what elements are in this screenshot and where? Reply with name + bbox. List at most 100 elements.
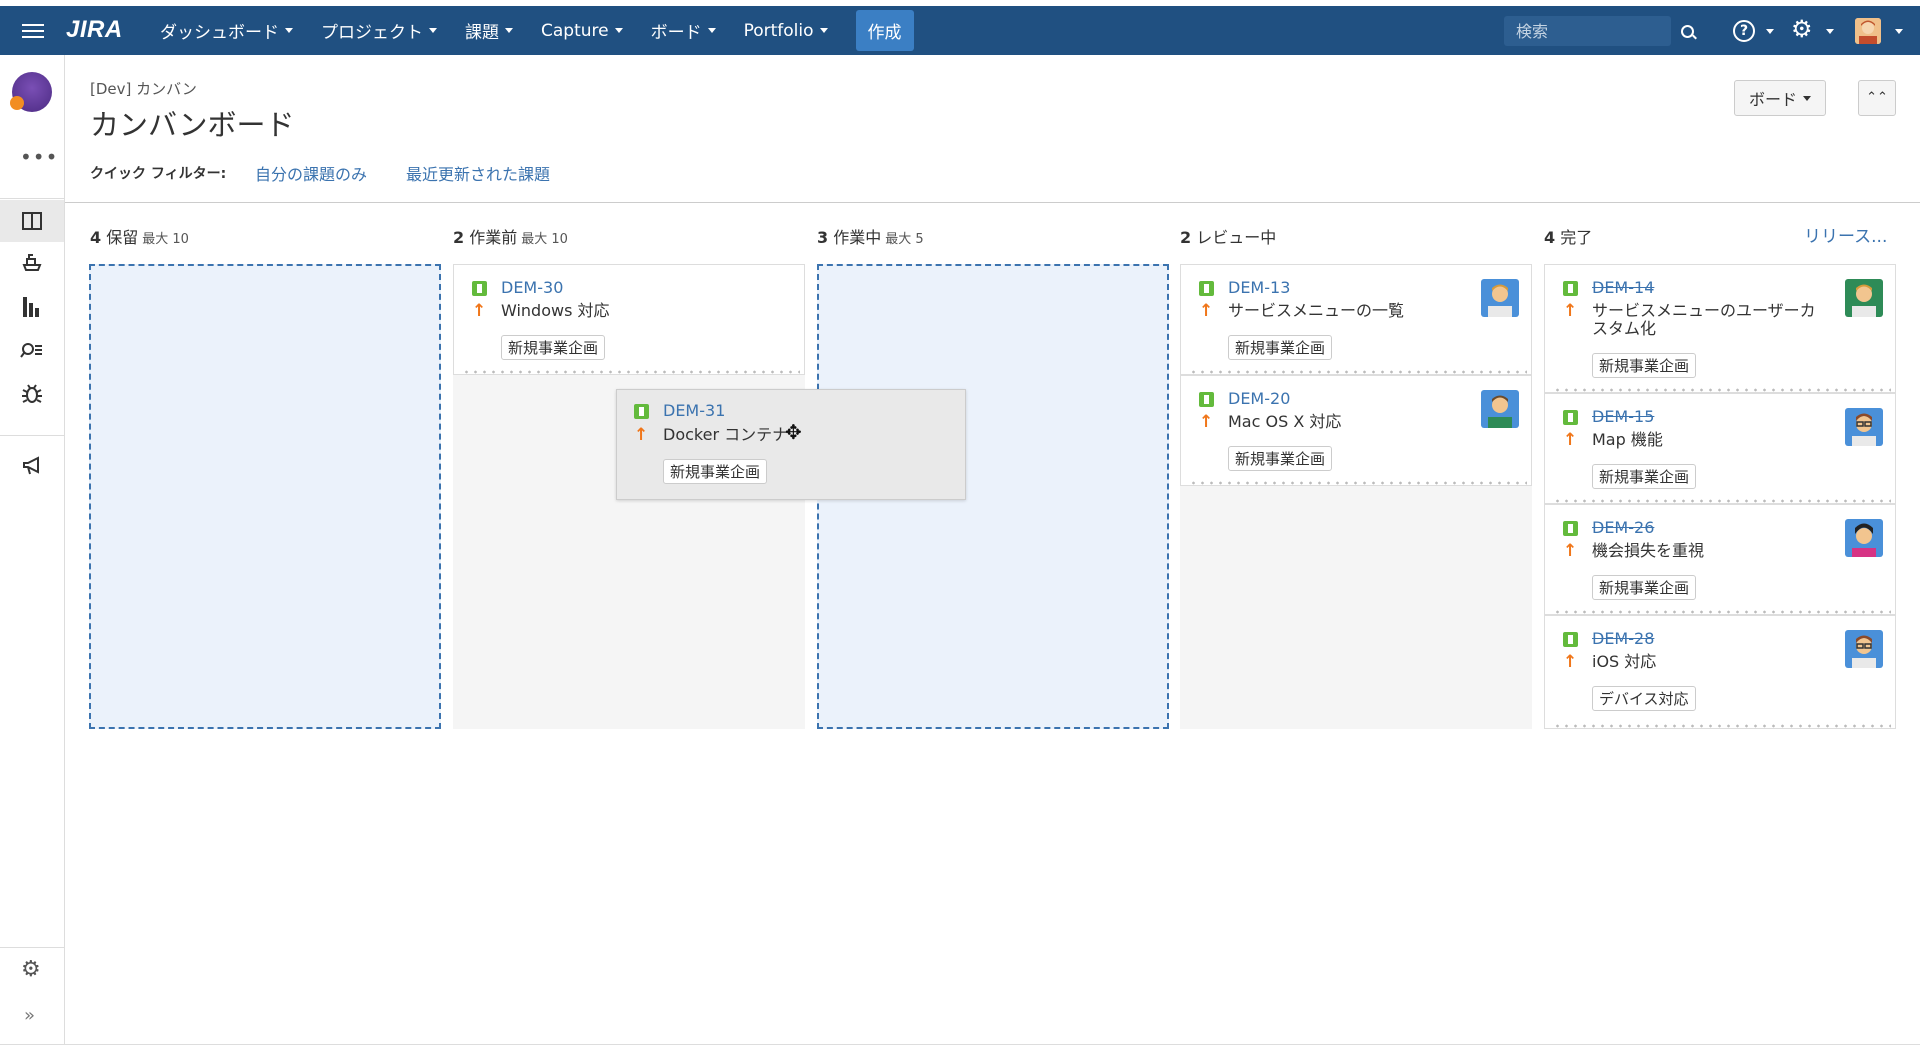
card-grabber <box>462 370 800 374</box>
board-icon <box>22 212 42 230</box>
move-cursor-icon: ✥ <box>785 420 802 444</box>
priority-up-icon: ↑ <box>634 425 649 445</box>
user-avatar[interactable] <box>1855 18 1881 44</box>
chevron-down-icon <box>1803 95 1811 101</box>
priority-up-icon: ↑ <box>1199 301 1214 321</box>
issue-card[interactable]: DEM-28 ↑ iOS 対応 デバイス対応 <box>1544 615 1896 729</box>
search-input[interactable] <box>1504 16 1671 46</box>
sidebar-divider <box>0 198 64 199</box>
nav-issues[interactable]: 課題 <box>465 18 513 43</box>
priority-up-icon: ↑ <box>1563 652 1578 672</box>
bug-icon <box>22 384 42 403</box>
epic-label: 新規事業企画 <box>1592 353 1697 378</box>
issue-summary: Docker コンテナ <box>663 425 789 444</box>
chevron-down-icon <box>614 28 623 33</box>
story-icon <box>1199 281 1214 296</box>
priority-up-icon: ↑ <box>1199 412 1214 432</box>
nav-projects[interactable]: プロジェクト <box>321 18 437 43</box>
issue-summary-line1: サービスメニューのユーザーカ <box>1592 301 1816 320</box>
project-settings-gear-icon[interactable]: ⚙ <box>21 957 41 982</box>
megaphone-icon <box>23 456 39 475</box>
column-header-todo: 2 作業前 最大 10 <box>453 228 568 247</box>
issue-card[interactable]: DEM-15 ↑ Map 機能 新規事業企画 <box>1544 393 1896 504</box>
breadcrumb[interactable]: [Dev] カンバン <box>90 78 197 99</box>
issue-card[interactable]: DEM-13 ↑ サービスメニューの一覧 新規事業企画 <box>1180 264 1532 375</box>
assignee-avatar[interactable] <box>1845 519 1883 557</box>
more-icon[interactable]: ••• <box>20 145 58 169</box>
issue-key[interactable]: DEM-13 <box>1228 278 1290 297</box>
epic-label: 新規事業企画 <box>1592 575 1697 600</box>
issue-card[interactable]: DEM-14 ↑ サービスメニューのユーザーカ スタム化 新規事業企画 <box>1544 264 1896 393</box>
issue-card[interactable]: DEM-26 ↑ 機会損失を重視 新規事業企画 <box>1544 504 1896 615</box>
column-header-done: 4 完了 <box>1544 228 1593 247</box>
collapse-header-button[interactable]: ⌃⌃ <box>1858 80 1896 116</box>
board-menu-button[interactable]: ボード <box>1734 80 1826 116</box>
dragging-issue-card[interactable]: DEM-31 ↑ Docker コンテナ 新規事業企画 <box>616 389 966 500</box>
help-icon[interactable]: ? <box>1733 20 1755 42</box>
issue-summary: Mac OS X 対応 <box>1228 412 1342 431</box>
column-header-in-progress: 3 作業中 最大 5 <box>817 228 924 247</box>
assignee-avatar[interactable] <box>1845 408 1883 446</box>
quick-filter-recently-updated[interactable]: 最近更新された課題 <box>406 161 550 185</box>
create-button[interactable]: 作成 <box>855 10 914 51</box>
card-grabber <box>1553 724 1891 728</box>
project-avatar[interactable] <box>10 72 52 112</box>
issue-key[interactable]: DEM-20 <box>1228 389 1290 408</box>
nav-boards[interactable]: ボード <box>651 18 716 43</box>
issue-key[interactable]: DEM-31 <box>663 401 725 420</box>
story-icon <box>1199 392 1214 407</box>
priority-up-icon: ↑ <box>1563 541 1578 561</box>
issue-summary: Map 機能 <box>1592 430 1663 449</box>
chevron-down-icon <box>1766 29 1774 34</box>
issue-key[interactable]: DEM-28 <box>1592 629 1654 648</box>
release-link[interactable]: リリース... <box>1804 222 1887 247</box>
quick-filter-my-issues[interactable]: 自分の課題のみ <box>255 161 367 185</box>
issue-card[interactable]: DEM-20 ↑ Mac OS X 対応 新規事業企画 <box>1180 375 1532 486</box>
assignee-avatar[interactable] <box>1481 390 1519 428</box>
story-icon <box>1563 632 1578 647</box>
epic-label: 新規事業企画 <box>1228 335 1333 360</box>
story-icon <box>1563 521 1578 536</box>
assignee-avatar[interactable] <box>1845 279 1883 317</box>
search-icon[interactable] <box>1681 25 1694 38</box>
priority-up-icon: ↑ <box>1563 301 1578 321</box>
nav-dashboard[interactable]: ダッシュボード <box>160 18 293 43</box>
settings-gear-icon[interactable]: ⚙ <box>1791 16 1813 42</box>
issue-card[interactable]: DEM-30 ↑ Windows 対応 新規事業企画 <box>453 264 805 375</box>
sidebar-item-reports[interactable] <box>0 286 64 328</box>
assignee-avatar[interactable] <box>1481 279 1519 317</box>
assignee-avatar[interactable] <box>1845 630 1883 668</box>
chevron-down-icon <box>505 28 513 33</box>
sidebar-item-board[interactable] <box>0 200 64 242</box>
sidebar-item-feedback[interactable] <box>0 445 64 487</box>
card-grabber <box>1189 481 1527 485</box>
column-backlog-dropzone[interactable] <box>89 264 441 729</box>
story-icon <box>472 281 487 296</box>
sidebar-item-components[interactable] <box>0 373 64 415</box>
expand-sidebar-icon[interactable]: » <box>24 1005 35 1026</box>
card-grabber <box>1189 370 1527 374</box>
sidebar-divider <box>0 947 64 948</box>
sidebar-item-issues[interactable] <box>0 330 64 372</box>
chevron-down-icon <box>707 28 716 33</box>
card-grabber <box>1553 499 1891 503</box>
story-icon <box>1563 281 1578 296</box>
issue-key[interactable]: DEM-15 <box>1592 407 1654 426</box>
page-title: カンバンボード <box>90 108 295 142</box>
card-grabber <box>1553 388 1891 392</box>
main-nav: ダッシュボード プロジェクト 課題 Capture ボード Portfolio … <box>160 6 942 55</box>
issue-key[interactable]: DEM-26 <box>1592 518 1654 537</box>
issue-key[interactable]: DEM-30 <box>501 278 563 297</box>
jira-logo[interactable]: JIRA <box>66 16 123 44</box>
nav-portfolio[interactable]: Portfolio <box>744 21 828 41</box>
epic-label: 新規事業企画 <box>1592 464 1697 489</box>
issue-key[interactable]: DEM-14 <box>1592 278 1654 297</box>
project-sidebar: ••• ⚙ » <box>0 55 65 1045</box>
issue-summary: iOS 対応 <box>1592 652 1657 671</box>
sidebar-item-releases[interactable] <box>0 242 64 284</box>
chevron-down-icon <box>819 28 828 33</box>
nav-capture[interactable]: Capture <box>541 21 623 41</box>
chevron-down-icon <box>285 28 293 33</box>
chevron-down-icon <box>1895 29 1903 34</box>
menu-icon[interactable] <box>22 20 44 40</box>
